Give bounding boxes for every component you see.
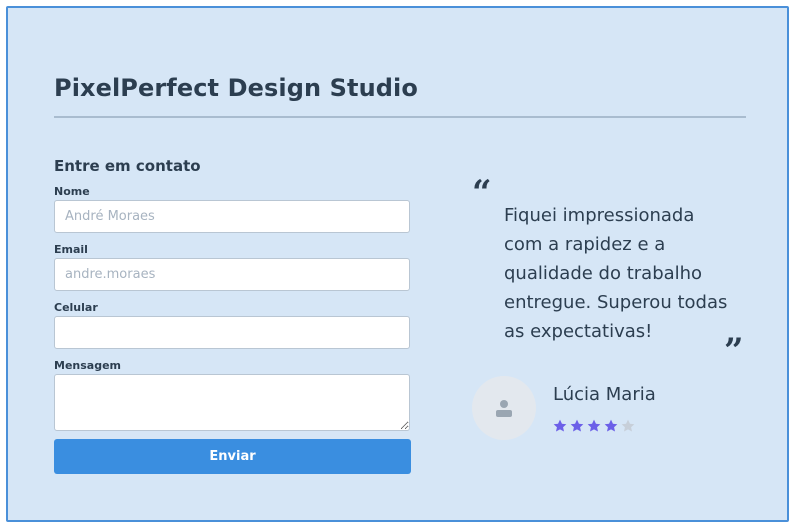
title-divider [54, 116, 746, 118]
user-icon [496, 400, 512, 417]
message-textarea[interactable] [54, 374, 410, 431]
email-label: Email [54, 243, 88, 256]
star-filled-icon [553, 419, 567, 432]
star-empty-icon [621, 419, 635, 432]
rating-stars [552, 418, 636, 434]
star-filled-icon [570, 419, 584, 432]
message-label: Mensagem [54, 359, 122, 372]
submit-button[interactable]: Enviar [54, 439, 411, 474]
phone-input[interactable] [54, 316, 410, 349]
testimonial-quote: Fiquei impressionada com a rapidez e a q… [504, 205, 728, 342]
page-title: PixelPerfect Design Studio [54, 74, 418, 102]
testimonial-author: Lúcia Maria [553, 384, 656, 405]
contact-panel: PixelPerfect Design Studio Entre em cont… [6, 6, 789, 522]
email-input[interactable] [54, 258, 410, 291]
open-quote-icon: “ [472, 173, 492, 213]
star-filled-icon [604, 419, 618, 432]
star-filled-icon [587, 419, 601, 432]
avatar [472, 376, 536, 440]
name-label: Nome [54, 185, 90, 198]
form-heading: Entre em contato [54, 157, 201, 175]
name-input[interactable] [54, 200, 410, 233]
phone-label: Celular [54, 301, 98, 314]
close-quote-icon: ” [724, 331, 744, 371]
